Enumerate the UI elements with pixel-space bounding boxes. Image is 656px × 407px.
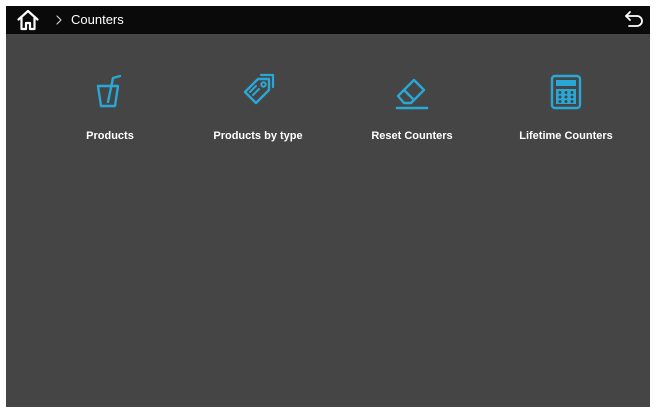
cup-straw-icon: [96, 74, 122, 108]
menu-item-label: Products by type: [213, 130, 303, 142]
chevron-right-icon: [56, 15, 62, 25]
app-screen: Counters Products Products by type Reset…: [6, 6, 650, 407]
calculator-icon: [550, 74, 582, 110]
top-bar: Counters: [6, 6, 650, 34]
breadcrumb-current: Counters: [71, 12, 124, 27]
home-icon: [17, 9, 39, 31]
menu-item-label: Lifetime Counters: [519, 130, 613, 142]
back-button[interactable]: [622, 8, 646, 32]
menu-item-lifetime-counters[interactable]: Lifetime Counters: [491, 72, 641, 152]
eraser-icon: [395, 78, 429, 110]
menu-item-products-by-type[interactable]: Products by type: [183, 72, 333, 152]
menu-item-label: Products: [86, 130, 134, 142]
menu-item-label: Reset Counters: [371, 130, 453, 142]
counters-menu: Products Products by type Reset Counters: [6, 34, 650, 164]
menu-item-reset-counters[interactable]: Reset Counters: [337, 72, 487, 152]
menu-item-products[interactable]: Products: [35, 72, 185, 152]
back-arrow-icon: [625, 11, 643, 27]
home-button[interactable]: [15, 7, 41, 33]
tags-icon: [243, 73, 275, 105]
